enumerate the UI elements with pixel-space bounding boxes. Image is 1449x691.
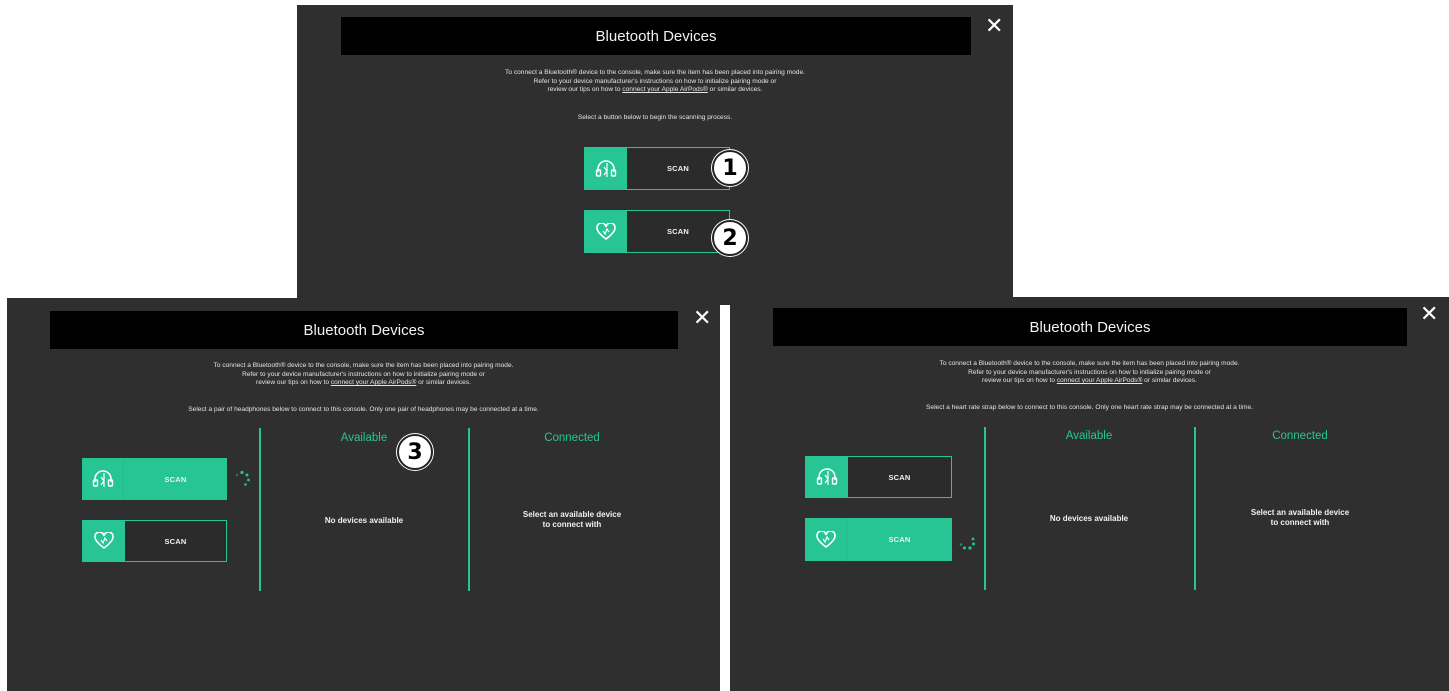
intro-line: review our tips on how to connect your A… xyxy=(982,377,1197,385)
scan-headphones-button[interactable]: SCAN xyxy=(805,456,952,498)
bluetooth-dialog-headphones-scan: Bluetooth Devices ✕ To connect a Bluetoo… xyxy=(7,298,720,691)
heart-icon xyxy=(83,521,125,561)
scan-heart-rate-button[interactable]: SCAN xyxy=(584,210,730,253)
close-icon[interactable]: ✕ xyxy=(1420,304,1438,326)
intro-text: To connect a Bluetooth® device to the co… xyxy=(730,360,1449,386)
scan-prompt: Select a button below to begin the scann… xyxy=(577,114,733,121)
headphones-icon xyxy=(82,458,124,500)
available-empty-text: No devices available xyxy=(324,516,404,525)
scan-headphones-button[interactable]: SCAN xyxy=(82,458,227,500)
callout-badge-1: 1 xyxy=(712,150,748,186)
dialog-title: Bluetooth Devices xyxy=(303,321,425,339)
intro-line: review our tips on how to connect your A… xyxy=(256,379,471,387)
callout-badge-2: 2 xyxy=(712,220,748,256)
scan-heart-rate-button[interactable]: SCAN xyxy=(82,520,227,562)
column-divider xyxy=(1194,427,1196,590)
heart-icon xyxy=(805,518,847,561)
scan-button-label: SCAN xyxy=(888,472,911,482)
connected-header: Connected xyxy=(1272,430,1328,442)
intro-line: Refer to your device manufacturer's inst… xyxy=(242,370,485,378)
dialog-titlebar: Bluetooth Devices xyxy=(773,308,1407,346)
intro-text: To connect a Bluetooth® device to the co… xyxy=(297,69,1013,95)
intro-line: review our tips on how to connect your A… xyxy=(547,86,763,94)
bluetooth-dialog-heart-rate-scan: Bluetooth Devices ✕ To connect a Bluetoo… xyxy=(730,297,1449,691)
connected-empty-text: Select an available device to connect wi… xyxy=(1250,508,1350,527)
column-divider xyxy=(259,428,261,591)
close-icon[interactable]: ✕ xyxy=(985,16,1003,38)
scan-prompt: Select a pair of headphones below to con… xyxy=(188,406,539,413)
dialog-title: Bluetooth Devices xyxy=(595,27,717,45)
close-icon[interactable]: ✕ xyxy=(693,308,711,330)
airpods-help-link[interactable]: connect your Apple AirPods® xyxy=(331,379,417,386)
intro-line: Refer to your device manufacturer's inst… xyxy=(968,368,1211,376)
dialog-titlebar: Bluetooth Devices xyxy=(50,311,678,349)
column-divider xyxy=(468,428,470,591)
intro-line: To connect a Bluetooth® device to the co… xyxy=(939,360,1240,367)
airpods-help-link[interactable]: connect your Apple AirPods® xyxy=(1057,377,1143,384)
scan-button-label: SCAN xyxy=(888,535,911,544)
airpods-help-link[interactable]: connect your Apple AirPods® xyxy=(622,86,708,93)
connected-header: Connected xyxy=(544,432,600,444)
bluetooth-dialog-initial: Bluetooth Devices ✕ To connect a Bluetoo… xyxy=(297,5,1013,305)
headphones-icon xyxy=(806,457,848,497)
scan-heart-rate-button[interactable]: SCAN xyxy=(805,518,952,561)
intro-line: To connect a Bluetooth® device to the co… xyxy=(213,362,514,369)
dialog-title: Bluetooth Devices xyxy=(1029,318,1151,336)
column-divider xyxy=(984,427,986,590)
loading-spinner-icon xyxy=(959,537,975,550)
scan-button-label: SCAN xyxy=(164,536,187,546)
intro-text: To connect a Bluetooth® device to the co… xyxy=(7,362,720,388)
available-empty-text: No devices available xyxy=(1049,514,1129,523)
loading-spinner-icon xyxy=(235,470,250,486)
connected-empty-text: Select an available device to connect wi… xyxy=(522,510,622,529)
scan-button-label: SCAN xyxy=(164,474,187,484)
headphones-icon xyxy=(585,148,627,189)
intro-line: Refer to your device manufacturer's inst… xyxy=(533,77,777,85)
intro-line: To connect a Bluetooth® device to the co… xyxy=(505,69,805,76)
scan-prompt: Select a heart rate strap below to conne… xyxy=(926,404,1253,411)
available-header: Available xyxy=(1065,430,1113,442)
heart-icon xyxy=(585,211,627,252)
callout-badge-3: 3 xyxy=(397,434,433,470)
scan-headphones-button[interactable]: SCAN xyxy=(584,147,730,190)
dialog-titlebar: Bluetooth Devices xyxy=(341,17,971,55)
